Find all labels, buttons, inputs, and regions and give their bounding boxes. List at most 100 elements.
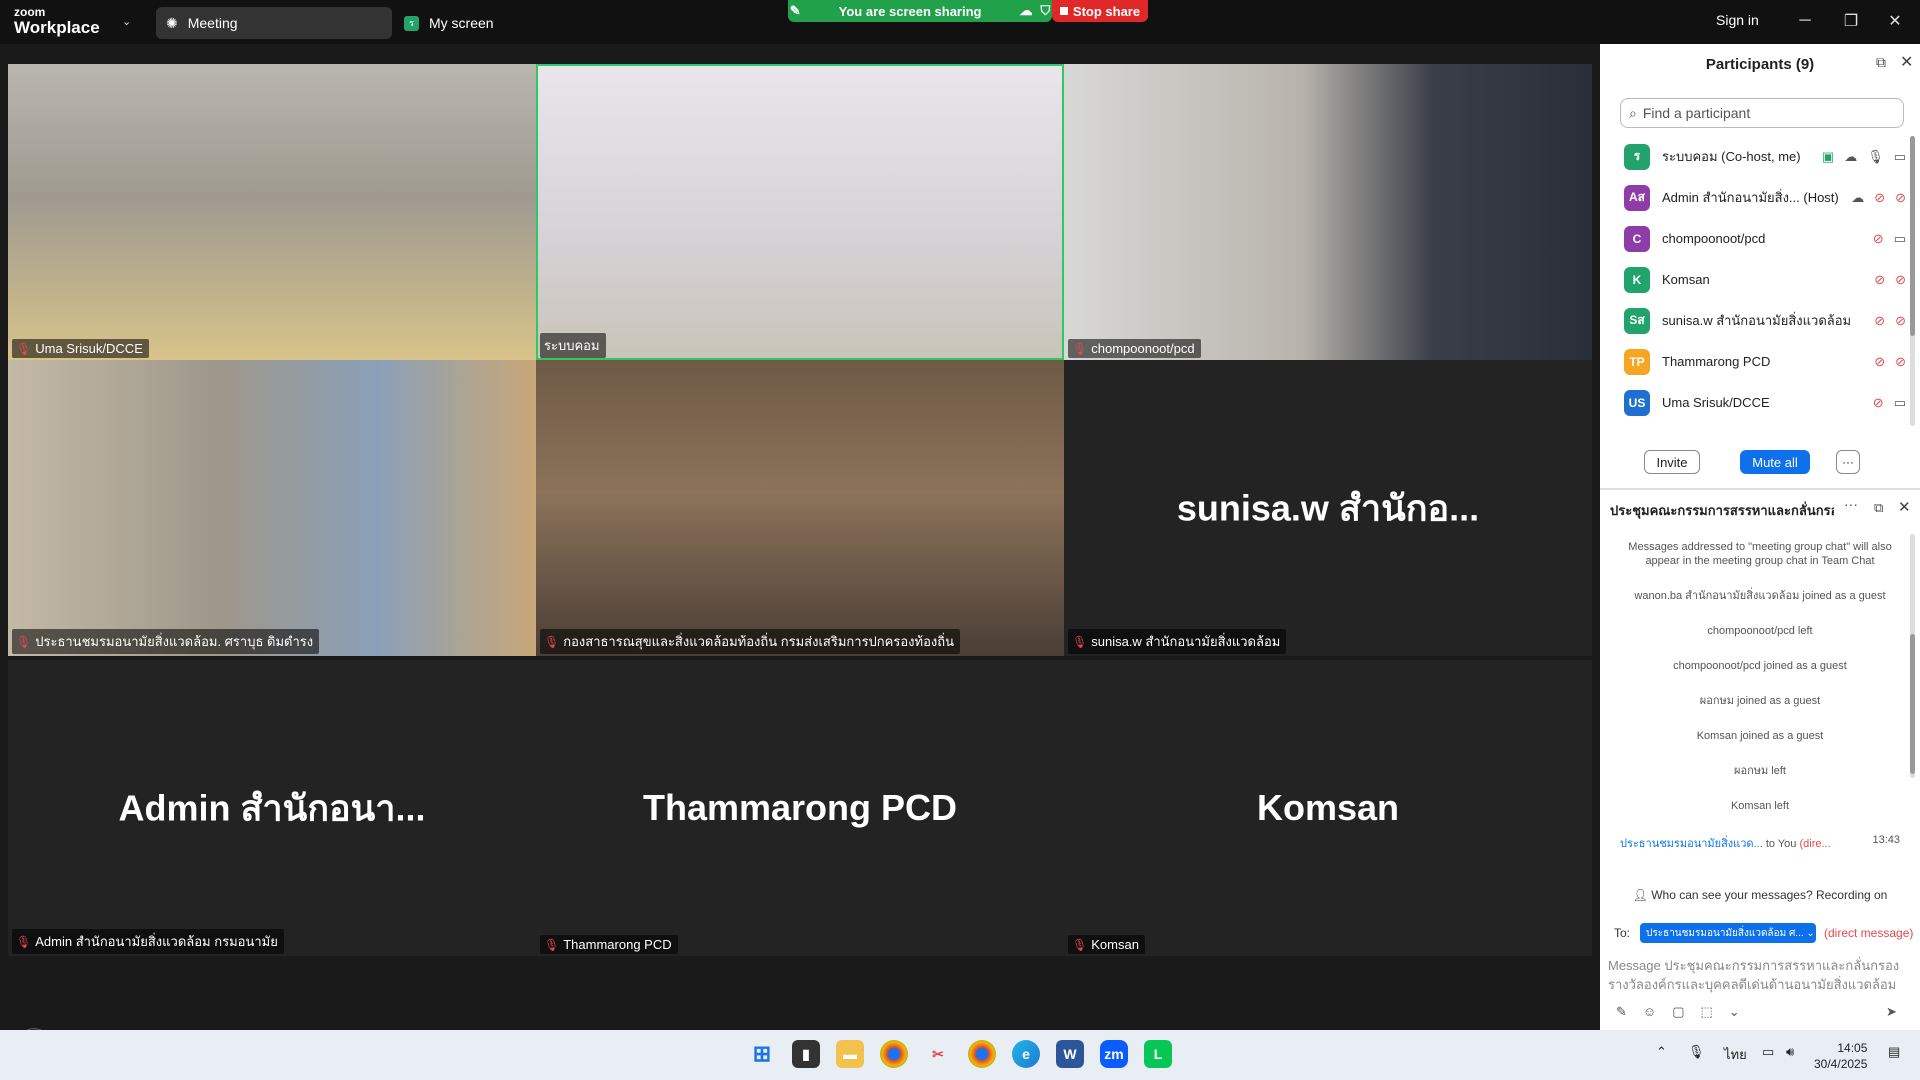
- mic-muted-icon: 🎙︎: [544, 634, 560, 649]
- video-tile[interactable]: 🎙︎ Uma Srisuk/DCCE: [8, 64, 536, 360]
- video-tile-active-speaker[interactable]: ระบบคอม: [536, 64, 1064, 360]
- avatar-tile[interactable]: Admin สำนักอนา... 🎙︎ Admin สำนักอนามัยสิ่…: [8, 660, 536, 956]
- chat-system-message: Komsan left: [1730, 800, 1790, 812]
- mic-muted-icon: 🎙︎: [1072, 937, 1088, 952]
- volume-icon[interactable]: 🔊︎: [1786, 1044, 1794, 1060]
- camera-off-icon: ⊘: [1895, 312, 1906, 328]
- screen-avatar-icon: ร: [404, 15, 419, 31]
- chat-toolbar: ✎ ☺ ▢ ⬚ ⌄: [1616, 1004, 1740, 1020]
- network-icon[interactable]: ▭: [1762, 1044, 1774, 1060]
- participant-row[interactable]: Sส sunisa.w สำนักอนามัยสิ่งแวดล้อม ⊘ ⊘: [1600, 300, 1910, 341]
- microphone-icon: 🎙︎: [1867, 148, 1884, 164]
- chevron-down-icon: ⌄: [1806, 927, 1815, 939]
- mic-muted-icon: 🎙︎: [1072, 634, 1088, 649]
- chat-system-message: wanon.ba สำนักอนามัยสิ่งแวดล้อม joined a…: [1634, 590, 1886, 602]
- close-icon[interactable]: ✕: [1900, 52, 1913, 72]
- video-tile[interactable]: 🎙︎ กองสาธารณสุขและสิ่งแวดล้อมท้องถิ่น กรม…: [536, 360, 1064, 656]
- edge-icon[interactable]: e: [1012, 1040, 1040, 1068]
- tab-meeting[interactable]: ✺ Meeting: [156, 7, 392, 39]
- chat-message-input[interactable]: Message ประชุมคณะกรรมการสรรหาและกลั่นกรอ…: [1608, 956, 1908, 996]
- search-icon: ⌕: [1629, 104, 1637, 121]
- stop-share-button[interactable]: Stop share: [1052, 0, 1148, 22]
- maximize-icon[interactable]: ❐: [1836, 8, 1866, 34]
- snipping-tool-icon[interactable]: ✂: [924, 1040, 952, 1068]
- participant-display-name: Admin สำนักอนา...: [118, 787, 426, 829]
- camera-icon: ▭: [1893, 230, 1906, 246]
- popout-icon[interactable]: ⧉: [1876, 54, 1886, 71]
- zoom-app-icon[interactable]: zm: [1100, 1040, 1128, 1068]
- chat-system-message: ผอกษม left: [1734, 765, 1786, 777]
- camera-icon: ▭: [1893, 148, 1906, 164]
- participant-row[interactable]: K Komsan ⊘ ⊘: [1600, 259, 1910, 300]
- avatar: Sส: [1624, 307, 1650, 334]
- scrollbar-thumb[interactable]: [1910, 136, 1915, 336]
- windows-taskbar: ⊞ ▮ ▬ ✂ e W zm L: [0, 1030, 1920, 1080]
- scrollbar-thumb[interactable]: [1910, 634, 1915, 774]
- windows-start-icon[interactable]: ⊞: [748, 1040, 776, 1068]
- participant-row[interactable]: ร ระบบคอม (Co-host, me) ▣ ☁ 🎙︎ ▭: [1600, 136, 1910, 177]
- avatar: Aส: [1624, 184, 1650, 211]
- recipient-select[interactable]: ประธานชมรมอนามัยสิ่งแวดล้อม ศ... ⌄: [1640, 923, 1816, 943]
- chrome-icon[interactable]: [880, 1040, 908, 1068]
- chat-direct-message-header[interactable]: ประธานชมรมอนามัยสิ่งแวด... to You (dire.…: [1620, 834, 1900, 852]
- participant-scrollbar[interactable]: [1910, 136, 1915, 426]
- share-screen-icon: ▣: [1821, 148, 1835, 164]
- chevron-down-icon[interactable]: ⌄: [1729, 1004, 1740, 1020]
- tab-my-screen[interactable]: ร My screen: [404, 7, 494, 39]
- close-icon[interactable]: ✕: [1880, 8, 1910, 34]
- chevron-down-icon[interactable]: ⌄: [122, 15, 131, 28]
- tab-my-screen-label: My screen: [429, 15, 494, 31]
- participant-search-input[interactable]: ⌕ Find a participant: [1620, 98, 1904, 128]
- word-icon[interactable]: W: [1056, 1040, 1084, 1068]
- person-icon: 👤︎: [1632, 888, 1648, 902]
- popout-icon[interactable]: ⧉: [1874, 500, 1883, 516]
- chevron-up-icon[interactable]: ⌃: [1656, 1044, 1667, 1060]
- video-tile[interactable]: 🎙︎ chompoonoot/pcd: [1064, 64, 1592, 360]
- file-explorer-icon[interactable]: ▬: [836, 1040, 864, 1068]
- avatar-tile[interactable]: Thammarong PCD 🎙︎ Thammarong PCD: [536, 660, 1064, 956]
- chat-system-message: Komsan joined as a guest: [1696, 730, 1824, 742]
- participant-display-name: Komsan: [1256, 787, 1400, 828]
- minimize-icon[interactable]: ─: [1790, 8, 1820, 34]
- more-icon[interactable]: ···: [1844, 496, 1858, 512]
- chrome-profile-icon[interactable]: [968, 1040, 996, 1068]
- mic-muted-icon: ⊘: [1874, 189, 1886, 205]
- sign-in-link[interactable]: Sign in: [1716, 12, 1759, 28]
- invite-button[interactable]: Invite: [1644, 450, 1700, 474]
- direct-message-tag: (direct message): [1824, 926, 1914, 940]
- participant-display-name: sunisa.w สำนักอ...: [1176, 487, 1480, 529]
- dm-sender[interactable]: ประธานชมรมอนามัยสิ่งแวด...: [1620, 838, 1763, 850]
- task-view-icon[interactable]: ▮: [792, 1040, 820, 1068]
- mute-all-button[interactable]: Mute all: [1740, 450, 1810, 474]
- avatar-tile[interactable]: Komsan 🎙︎ Komsan: [1064, 660, 1592, 956]
- mic-muted-icon: 🎙︎: [16, 634, 32, 649]
- chat-system-message: Messages addressed to "meeting group cha…: [1628, 541, 1892, 567]
- video-nametag: 🎙︎ Komsan: [1068, 935, 1145, 954]
- avatar: C: [1624, 225, 1650, 252]
- avatar: TP: [1624, 348, 1650, 375]
- close-icon[interactable]: ✕: [1898, 498, 1911, 516]
- more-options-button[interactable]: ···: [1836, 450, 1860, 474]
- mic-muted-icon: ⊘: [1872, 230, 1884, 246]
- clock-time: 14:05: [1837, 1041, 1868, 1055]
- chat-scrollbar[interactable]: [1910, 534, 1915, 778]
- video-tile[interactable]: 🎙︎ ประธานชมรมอนามัยสิ่งแวดล้อม. ศราบุธ ดิ…: [8, 360, 536, 656]
- cloud-icon: ☁: [1844, 148, 1858, 164]
- system-clock[interactable]: 14:05 30/4/2025: [1814, 1040, 1867, 1072]
- microphone-icon[interactable]: 🎙︎: [1688, 1044, 1705, 1060]
- language-indicator[interactable]: ไทย: [1724, 1044, 1747, 1065]
- participant-row[interactable]: US Uma Srisuk/DCCE ⊘ ▭: [1600, 382, 1910, 423]
- participant-row[interactable]: Aส Admin สำนักอนามัยสิ่ง... (Host) ☁ ⊘ ⊘: [1600, 177, 1910, 218]
- screen-sharing-banner[interactable]: ✎ You are screen sharing ☁ ⛉: [788, 0, 1052, 22]
- avatar-tile[interactable]: sunisa.w สำนักอ... 🎙︎ sunisa.w สำนักอนามั…: [1064, 360, 1592, 656]
- line-app-icon[interactable]: L: [1144, 1040, 1172, 1068]
- format-icon[interactable]: ✎: [1616, 1004, 1627, 1020]
- who-can-see-link[interactable]: 👤︎ Who can see your messages? Recording …: [1600, 888, 1920, 902]
- emoji-icon[interactable]: ☺: [1643, 1004, 1656, 1020]
- send-icon[interactable]: ➤: [1886, 1004, 1897, 1020]
- file-icon[interactable]: ▢: [1672, 1004, 1684, 1020]
- participant-row[interactable]: TP Thammarong PCD ⊘ ⊘: [1600, 341, 1910, 382]
- notification-icon[interactable]: ▤: [1888, 1044, 1900, 1060]
- participant-row[interactable]: C chompoonoot/pcd ⊘ ▭: [1600, 218, 1910, 259]
- screenshot-icon[interactable]: ⬚: [1700, 1004, 1712, 1020]
